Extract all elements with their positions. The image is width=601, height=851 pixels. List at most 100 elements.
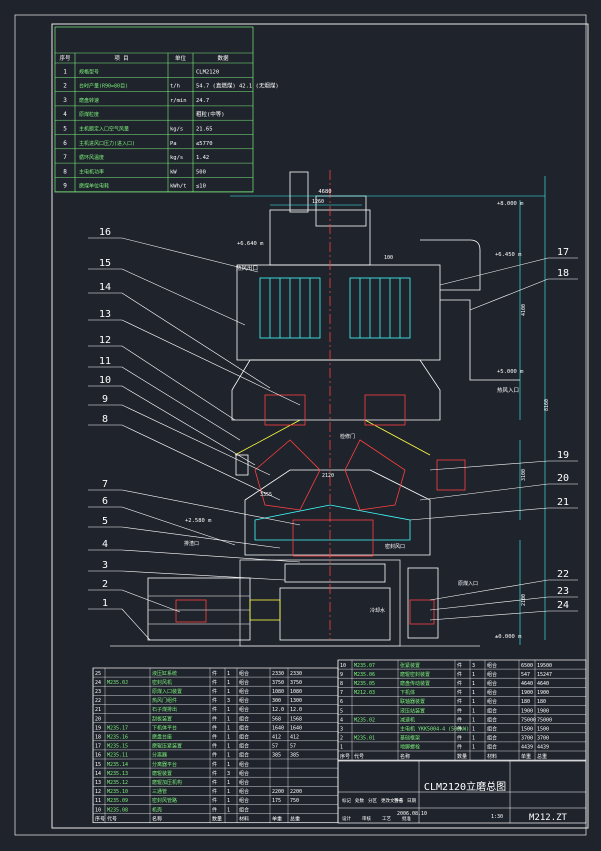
parts-list-right-cell: 180 bbox=[521, 699, 530, 705]
parts-list-left-cell: 分离器平台 bbox=[152, 761, 177, 768]
spec-header-cell: 序号 bbox=[59, 54, 71, 62]
spec-row-value: 24.7 bbox=[196, 98, 209, 104]
spec-row-value: 1.42 bbox=[196, 155, 209, 161]
parts-list-left-cell: 2330 bbox=[272, 671, 284, 677]
parts-list-left-cell: 1 bbox=[227, 762, 230, 768]
dimension-vertical: 3100 bbox=[521, 469, 527, 481]
elevation-mid: +2.580 m bbox=[185, 518, 212, 524]
spec-row-value: CLM2120 bbox=[196, 69, 219, 75]
drawing-title: CLM2120立磨总图 bbox=[424, 780, 506, 793]
spec-row-item: 主机额定入口空气风量 bbox=[79, 126, 129, 133]
parts-list-right-cell: 3 bbox=[340, 727, 343, 733]
parts-list-left-cell: 组合 bbox=[239, 734, 249, 741]
parts-list-left-cell: 175 bbox=[272, 798, 281, 804]
parts-list-left-cell: 三通管 bbox=[152, 788, 167, 795]
parts-list-left-cell: 组合 bbox=[239, 743, 249, 750]
parts-list-left-cell: 1 bbox=[227, 725, 230, 731]
parts-list-right-cell: 基础框架 bbox=[400, 735, 420, 742]
parts-list-left-cell: 组合 bbox=[239, 797, 249, 804]
parts-list-left-cell: 组合 bbox=[239, 706, 249, 713]
parts-list-right-cell: 组合 bbox=[487, 689, 497, 696]
parts-list-right-cell: 75000 bbox=[521, 717, 536, 723]
parts-list-right-cell: 件 bbox=[457, 698, 462, 705]
parts-list-right-cell: 4 bbox=[340, 717, 343, 723]
part-number-label: 1 bbox=[102, 598, 108, 609]
parts-list-right-cell: 件 bbox=[457, 662, 462, 669]
spec-header-cell: 单位 bbox=[175, 54, 187, 62]
parts-list-right-cell: 4439 bbox=[537, 745, 549, 751]
parts-list-left-cell: 件 bbox=[212, 670, 217, 677]
parts-list-left-footer-cell: 名称 bbox=[152, 815, 162, 822]
parts-list-right-cell: M212.03 bbox=[354, 690, 375, 696]
parts-list-right-cell: 磨盘传动装置 bbox=[400, 680, 430, 687]
spec-row-unit: r/min bbox=[170, 98, 187, 104]
parts-list-left-cell: 1 bbox=[227, 798, 230, 804]
parts-list-right-cell: 7 bbox=[340, 690, 343, 696]
parts-list-right-cell: 9 bbox=[340, 672, 343, 678]
spec-row-item: 循环风温度 bbox=[79, 154, 104, 161]
parts-list-right-cell: 4439 bbox=[521, 745, 533, 751]
parts-list-left-cell: 1 bbox=[227, 789, 230, 795]
parts-list-right-cell: M235.05 bbox=[354, 681, 375, 687]
parts-list-left-cell: 1 bbox=[227, 744, 230, 750]
parts-list-left-cell: 件 bbox=[212, 779, 217, 786]
spec-row-unit: kg/s bbox=[170, 155, 183, 161]
note-side-gate: 排渣口 bbox=[184, 540, 199, 547]
parts-list-left-cell: 件 bbox=[212, 724, 217, 731]
parts-list-right-footer-cell: 总重 bbox=[537, 753, 547, 760]
parts-list-left-cell: 组合 bbox=[239, 761, 249, 768]
parts-list-right-footer-cell: 序号 bbox=[340, 753, 350, 760]
parts-list-right-cell: 1 bbox=[472, 681, 475, 687]
parts-list-left-cell: 原煤入口装置 bbox=[152, 688, 182, 695]
part-number-label: 4 bbox=[102, 539, 108, 550]
parts-list-left-cell: 17 bbox=[95, 744, 101, 750]
parts-list-left-cell: 1 bbox=[227, 780, 230, 786]
parts-list-left-cell: 磨辊压紧装置 bbox=[152, 743, 182, 750]
parts-list-left-cell: M235.17 bbox=[107, 725, 128, 731]
parts-list-left-cell: 刮板装置 bbox=[152, 715, 172, 722]
parts-list-right-cell: 件 bbox=[457, 726, 462, 733]
drawing-number: M212.ZT bbox=[529, 813, 568, 823]
parts-list-left-cell: M235.0J bbox=[107, 680, 128, 686]
note-water-in: 冷却水 bbox=[370, 607, 385, 614]
parts-list-left-cell: M235.16 bbox=[107, 735, 128, 741]
parts-list-left-cell: 组合 bbox=[239, 697, 249, 704]
parts-list-left-cell: 57 bbox=[290, 744, 296, 750]
part-number-label: 15 bbox=[99, 258, 111, 269]
parts-list-right-cell: 地脚螺栓 bbox=[400, 744, 420, 751]
parts-list-right-footer-cell: 代号 bbox=[354, 753, 364, 760]
spec-row-value: 54.7 (直燃煤) 42.1 (无烟煤) bbox=[196, 82, 279, 90]
parts-list-left-cell: 件 bbox=[212, 797, 217, 804]
parts-list-right-cell: 1 bbox=[472, 699, 475, 705]
parts-list-right-cell: 组合 bbox=[487, 671, 497, 678]
part-number-label: 2 bbox=[102, 579, 108, 590]
parts-list-right-cell: 5 bbox=[340, 708, 343, 714]
parts-list-left-cell: 2330 bbox=[290, 671, 302, 677]
parts-list-left-cell: 件 bbox=[212, 706, 217, 713]
parts-list-left-cell: 3 bbox=[227, 771, 230, 777]
parts-list-right-cell: 1 bbox=[472, 690, 475, 696]
parts-list-right-cell: 件 bbox=[457, 744, 462, 751]
part-number-label: 13 bbox=[99, 309, 111, 320]
parts-list-right-cell: 4640 bbox=[537, 681, 549, 687]
parts-list-left-cell: 3750 bbox=[290, 680, 302, 686]
parts-list-left-cell: 磨盘台座 bbox=[152, 734, 172, 741]
parts-list-right-cell: 2 bbox=[340, 736, 343, 742]
parts-list-left-cell: 件 bbox=[212, 761, 217, 768]
parts-list-left-footer-cell: 总重 bbox=[290, 815, 300, 822]
note-seal-air: 密封风口 bbox=[385, 543, 405, 550]
elevation-duct: +5.000 m bbox=[497, 369, 524, 375]
parts-list-right-cell: 1 bbox=[472, 727, 475, 733]
parts-list-left-cell: 1640 bbox=[290, 725, 302, 731]
parts-list-left-cell: 件 bbox=[212, 697, 217, 704]
part-number-label: 18 bbox=[557, 268, 569, 279]
parts-list-left-cell: 组合 bbox=[239, 724, 249, 731]
sheet-label: 处数 bbox=[355, 797, 364, 804]
parts-list-right-cell: M235.06 bbox=[354, 672, 375, 678]
note-upper-gate: 检修门 bbox=[340, 433, 355, 440]
spec-row-item: 原煤粒度 bbox=[79, 111, 99, 118]
parts-list-left-cell: 1 bbox=[227, 707, 230, 713]
parts-list-left-cell: M235.10 bbox=[107, 789, 128, 795]
parts-list-left-cell: 412 bbox=[290, 735, 299, 741]
parts-list-left-cell: 300 bbox=[272, 698, 281, 704]
